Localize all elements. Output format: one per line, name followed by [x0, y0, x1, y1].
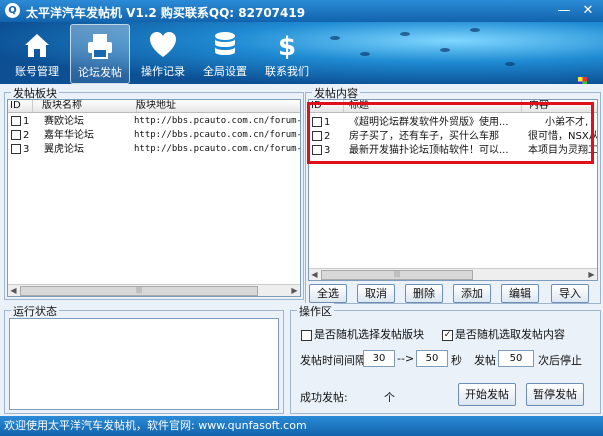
scroll-left-icon[interactable]: ◀	[309, 269, 320, 280]
scroll-right-icon[interactable]: ▶	[289, 285, 300, 296]
post-count-input[interactable]: 50	[498, 350, 534, 367]
scroll-left-icon[interactable]: ◀	[8, 285, 19, 296]
selection-highlight-box	[307, 102, 594, 164]
forum-list-header: ID 版块名称 版块地址	[8, 100, 300, 113]
nav-label: 全局设置	[203, 65, 247, 78]
random-forum-checkbox[interactable]	[301, 329, 312, 341]
app-logo-icon: Q	[5, 3, 20, 18]
interval-min-input[interactable]: 30	[363, 350, 395, 367]
fish-decoration	[360, 52, 370, 56]
svg-text:$: $	[278, 32, 296, 60]
nav-label: 操作记录	[141, 65, 185, 78]
nav-forum-posting[interactable]: 论坛发帖	[70, 24, 130, 84]
column-header-id[interactable]: ID	[10, 100, 33, 112]
forum-row[interactable]: 2 嘉年华论坛 http://bbs.pcauto.com.cn/forum-1…	[8, 129, 300, 142]
dollar-icon: $	[278, 32, 296, 60]
column-header-url[interactable]: 版块地址	[134, 100, 300, 112]
stop-after-label: 次后停止	[538, 354, 582, 367]
column-header-name[interactable]: 版块名称	[34, 100, 137, 112]
forum-row[interactable]: 1 赛欧论坛 http://bbs.pcauto.com.cn/forum-14…	[8, 115, 300, 128]
database-icon	[215, 32, 235, 55]
edit-button[interactable]: 编辑	[501, 284, 539, 303]
forum-url: http://bbs.pcauto.com.cn/forum-1865	[134, 144, 300, 154]
fish-decoration	[400, 32, 410, 36]
run-status-log[interactable]	[9, 318, 279, 410]
forum-name: 翼虎论坛	[44, 144, 84, 155]
row-checkbox[interactable]	[11, 144, 21, 154]
app-window: Q 太平洋汽车发帖机 V1.2 购买联系QQ: 82707419 — ✕ 账号管…	[0, 0, 603, 436]
status-text: 欢迎使用太平洋汽车发帖机，软件官网: www.qunfasoft.com	[4, 419, 307, 432]
row-checkbox[interactable]	[11, 130, 21, 140]
scroll-right-icon[interactable]: ▶	[586, 269, 597, 280]
pause-posting-button[interactable]: 暂停发帖	[526, 383, 584, 406]
success-count-label: 成功发帖:	[300, 391, 348, 404]
row-checkbox[interactable]	[11, 116, 21, 126]
title-bar: Q 太平洋汽车发帖机 V1.2 购买联系QQ: 82707419 — ✕	[0, 0, 603, 22]
fish-decoration	[470, 28, 480, 32]
printer-icon	[88, 34, 112, 59]
minimize-button[interactable]: —	[553, 1, 575, 20]
status-bar: 欢迎使用太平洋汽车发帖机，软件官网: www.qunfasoft.com	[0, 416, 603, 436]
start-posting-button[interactable]: 开始发帖	[458, 383, 516, 406]
operation-title: 操作区	[297, 303, 334, 319]
forum-url: http://bbs.pcauto.com.cn/forum-1452	[134, 116, 300, 126]
heart-icon	[150, 32, 176, 57]
toolbar-banner: 账号管理 论坛发帖 操作记录 全局设置 $ 联系我们	[0, 22, 603, 84]
forum-url: http://bbs.pcauto.com.cn/forum-1467	[134, 130, 300, 140]
random-content-option[interactable]: ✓ 是否随机选取发帖内容	[442, 326, 565, 342]
content-horizontal-scrollbar[interactable]: ◀ ||| ▶	[309, 268, 597, 280]
cancel-button[interactable]: 取消	[357, 284, 395, 303]
random-forum-option[interactable]: 是否随机选择发帖版块	[301, 326, 424, 342]
nav-global-settings[interactable]: 全局设置	[196, 24, 254, 82]
seconds-unit: 秒	[451, 354, 462, 367]
forum-name: 嘉年华论坛	[44, 130, 94, 141]
color-grid-icon[interactable]	[578, 77, 587, 84]
forum-name: 赛欧论坛	[44, 116, 84, 127]
interval-label: 发帖时间间隔	[300, 354, 366, 367]
fish-decoration	[330, 36, 340, 40]
nav-label: 账号管理	[15, 65, 59, 78]
random-content-checkbox[interactable]: ✓	[442, 329, 453, 341]
run-status-title: 运行状态	[11, 303, 59, 319]
close-button[interactable]: ✕	[577, 1, 599, 20]
nav-label: 论坛发帖	[78, 66, 122, 79]
forum-row[interactable]: 3 翼虎论坛 http://bbs.pcauto.com.cn/forum-18…	[8, 143, 300, 156]
interval-arrow: -->	[397, 352, 415, 365]
nav-operation-log[interactable]: 操作记录	[134, 24, 192, 82]
add-button[interactable]: 添加	[453, 284, 491, 303]
nav-contact-us[interactable]: $ 联系我们	[258, 24, 316, 82]
fish-decoration	[440, 48, 450, 52]
success-unit: 个	[384, 391, 395, 404]
forum-list[interactable]: ID 版块名称 版块地址 1 赛欧论坛 http://bbs.pcauto.co…	[7, 99, 301, 297]
nav-account-management[interactable]: 账号管理	[8, 24, 66, 82]
nav-label: 联系我们	[265, 65, 309, 78]
delete-button[interactable]: 删除	[405, 284, 443, 303]
fish-decoration	[505, 62, 515, 66]
forum-horizontal-scrollbar[interactable]: ◀ ||| ▶	[8, 284, 300, 296]
select-all-button[interactable]: 全选	[309, 284, 347, 303]
scroll-thumb[interactable]: |||	[321, 270, 473, 280]
interval-max-input[interactable]: 50	[416, 350, 448, 367]
home-icon	[25, 34, 49, 57]
window-title: 太平洋汽车发帖机 V1.2 购买联系QQ: 82707419	[26, 6, 306, 20]
import-button[interactable]: 导入	[551, 284, 589, 303]
post-count-label: 发帖	[474, 354, 496, 367]
scroll-thumb[interactable]: |||	[20, 286, 258, 296]
